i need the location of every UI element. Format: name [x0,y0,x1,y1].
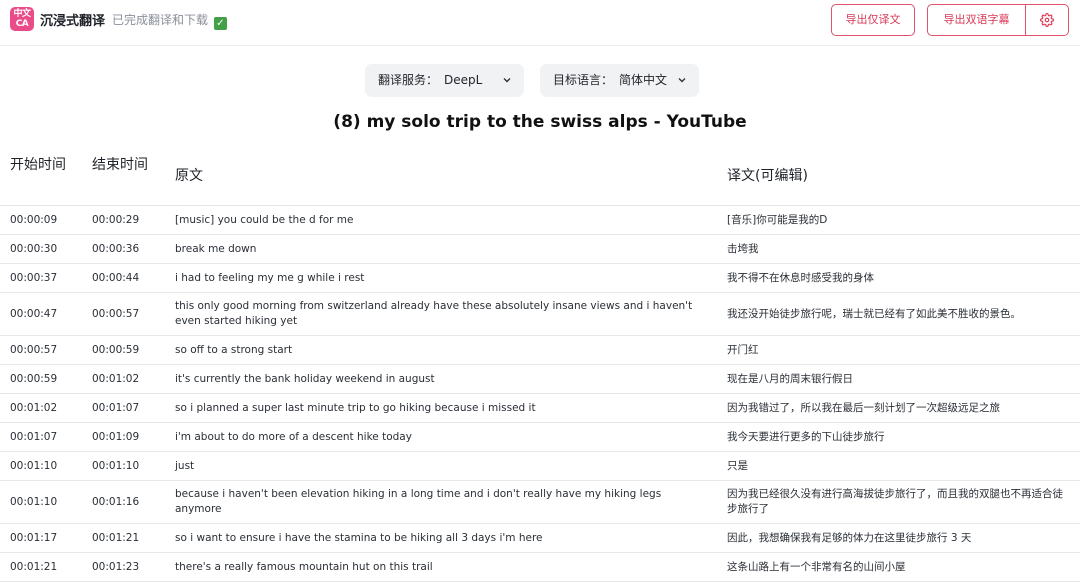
original-text-cell: because i haven't been elevation hiking … [175,488,662,515]
target-language-label: 目标语言： [553,73,614,87]
end-time-cell: 00:00:57 [92,307,140,320]
end-time-cell: 00:01:09 [92,430,140,443]
table-header: 开始时间 结束时间 原文 译文(可编辑) [0,148,1080,206]
translation-text-cell[interactable]: 因此，我想确保我有足够的体力在这里徒步旅行 3 天 [727,524,1072,552]
end-time-cell: 00:01:07 [92,401,140,414]
target-language-select[interactable]: 目标语言： 简体中文 [540,64,699,97]
translation-text-cell[interactable]: 我今天要进行更多的下山徒步旅行 [727,423,1072,451]
translation-text-cell[interactable]: 因为我错过了，所以我在最后一刻计划了一次超级远足之旅 [727,394,1072,422]
table-row: 00:00:37 00:00:44 i had to feeling my me g… [0,264,1080,293]
column-header-original: 原文 [175,168,203,184]
end-time-cell: 00:00:36 [92,242,140,255]
page-title: (8) my solo trip to the swiss alps - You… [333,112,747,132]
original-text-cell: there's a really famous mountain hut on … [175,560,433,573]
start-time-cell: 00:01:10 [10,459,58,472]
start-time-cell: 00:00:59 [10,372,58,385]
chevron-down-icon [678,78,686,83]
start-time-cell: 00:00:47 [10,307,58,320]
table-row: 00:00:59 00:01:02 it's currently the bank … [0,365,1080,394]
table-row: 00:00:57 00:00:59 so off to a strong start… [0,336,1080,365]
original-text-cell: so i want to ensure i have the stamina t… [175,531,543,544]
start-time-cell: 00:00:30 [10,242,58,255]
translation-text-cell[interactable]: 击垮我 [727,235,1072,263]
start-time-cell: 00:01:21 [10,560,58,573]
start-time-cell: 00:00:57 [10,343,58,356]
column-header-start-time: 开始时间 [10,157,66,173]
export-translation-button[interactable]: 导出仅译文 [831,4,915,36]
table-row: 00:01:07 00:01:09 i'm about to do more of … [0,423,1080,452]
start-time-cell: 00:01:02 [10,401,58,414]
table-row: 00:00:09 00:00:29 [music] you could be the… [0,206,1080,235]
start-time-cell: 00:01:10 [10,495,58,508]
end-time-cell: 00:01:21 [92,531,140,544]
original-text-cell: just [175,459,195,472]
column-header-translation: 译文(可编辑) [727,168,808,184]
end-time-cell: 00:01:02 [92,372,140,385]
subtitle-table: 开始时间 结束时间 原文 译文(可编辑) 00:00:09 00:00:29 [mu… [0,148,1080,582]
table-row: 00:01:10 00:01:10 just 只是 [0,452,1080,481]
table-row: 00:01:17 00:01:21 so i want to ensure i ha… [0,524,1080,553]
app-logo-icon: 中文 CA [10,7,34,31]
status-label: 已完成翻译和下载 [112,13,209,27]
translation-service-select[interactable]: 翻译服务： DeepL [365,64,524,97]
original-text-cell: so i planned a super last minute trip to… [175,401,536,414]
table-row: 00:01:10 00:01:16 because i haven't been e… [0,481,1080,524]
original-text-cell: so off to a strong start [175,343,293,356]
table-body: 00:00:09 00:00:29 [music] you could be the… [0,206,1080,582]
table-row: 00:00:47 00:00:57 this only good morning f… [0,293,1080,336]
export-bilingual-button[interactable]: 导出双语字幕 [928,5,1026,35]
start-time-cell: 00:00:37 [10,271,58,284]
end-time-cell: 00:00:29 [92,213,140,226]
translation-text-cell[interactable]: 这条山路上有一个非常有名的山间小屋 [727,553,1072,581]
original-text-cell: i had to feeling my me g while i rest [175,271,365,284]
original-text-cell: [music] you could be the d for me [175,213,354,226]
table-row: 00:01:21 00:01:23 there's a really famous … [0,553,1080,582]
original-text-cell: break me down [175,242,257,255]
end-time-cell: 00:01:23 [92,560,140,573]
original-text-cell: i'm about to do more of a descent hike t… [175,430,412,443]
translation-text-cell[interactable]: 现在是八月的周末银行假日 [727,365,1072,393]
translation-text-cell[interactable]: 我不得不在休息时感受我的身体 [727,264,1072,292]
translation-text-cell[interactable]: 我还没开始徒步旅行呢，瑞士就已经有了如此美不胜收的景色。 [727,293,1072,335]
gear-icon [1040,13,1054,27]
start-time-cell: 00:01:07 [10,430,58,443]
top-bar: 中文 CA 沉浸式翻译 已完成翻译和下载 ✓ 导出仅译文 导出双语字幕 [0,0,1080,46]
start-time-cell: 00:00:09 [10,213,58,226]
translation-service-value: DeepL [444,73,483,87]
end-time-cell: 00:01:10 [92,459,140,472]
translation-service-label: 翻译服务： [378,73,439,87]
translation-text-cell[interactable]: [音乐]你可能是我的D [727,206,1072,234]
status-text: 已完成翻译和下载 ✓ [112,11,227,30]
export-bilingual-group: 导出双语字幕 [927,4,1069,36]
column-header-end-time: 结束时间 [92,157,148,173]
start-time-cell: 00:01:17 [10,531,58,544]
end-time-cell: 00:00:44 [92,271,140,284]
end-time-cell: 00:01:16 [92,495,140,508]
target-language-value: 简体中文 [619,73,668,87]
original-text-cell: it's currently the bank holiday weekend … [175,372,435,385]
settings-button[interactable] [1026,5,1068,35]
translation-text-cell[interactable]: 因为我已经很久没有进行高海拔徒步旅行了，而且我的双腿也不再适合徒步旅行了 [727,481,1072,523]
app-name: 沉浸式翻译 [40,14,106,29]
table-row: 00:01:02 00:01:07 so i planned a super las… [0,394,1080,423]
original-text-cell: this only good morning from switzerland … [175,300,693,327]
check-mark-icon: ✓ [213,17,227,30]
end-time-cell: 00:00:59 [92,343,140,356]
chevron-down-icon [503,78,511,83]
translation-text-cell[interactable]: 开门红 [727,336,1072,364]
table-row: 00:00:30 00:00:36 break me down 击垮我 [0,235,1080,264]
translation-text-cell[interactable]: 只是 [727,452,1072,480]
